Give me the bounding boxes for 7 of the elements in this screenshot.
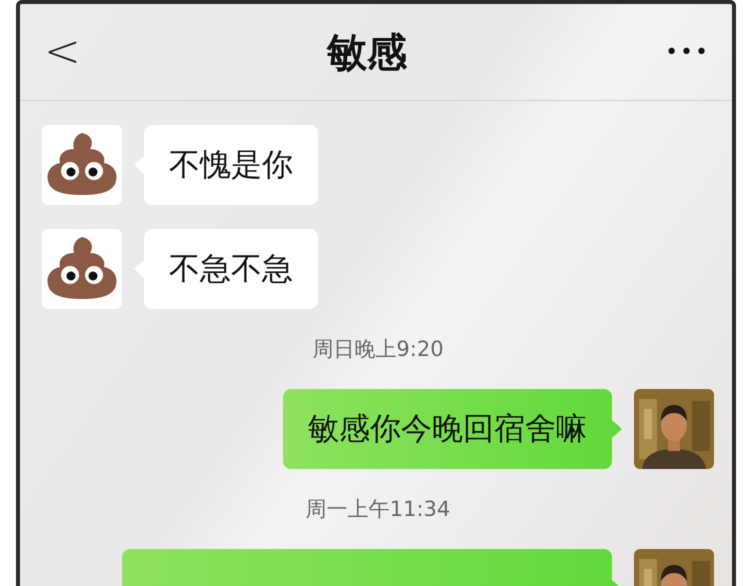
poop-avatar-icon[interactable] bbox=[42, 125, 122, 205]
timestamp: 周日晚上9:20 bbox=[312, 336, 444, 363]
more-button[interactable]: ••• bbox=[650, 40, 710, 64]
back-button[interactable]: < bbox=[44, 30, 84, 74]
timestamp: 周一上午11:34 bbox=[306, 496, 450, 523]
poop-avatar-icon[interactable] bbox=[42, 229, 122, 309]
chat-title: 敏感 bbox=[327, 28, 407, 78]
